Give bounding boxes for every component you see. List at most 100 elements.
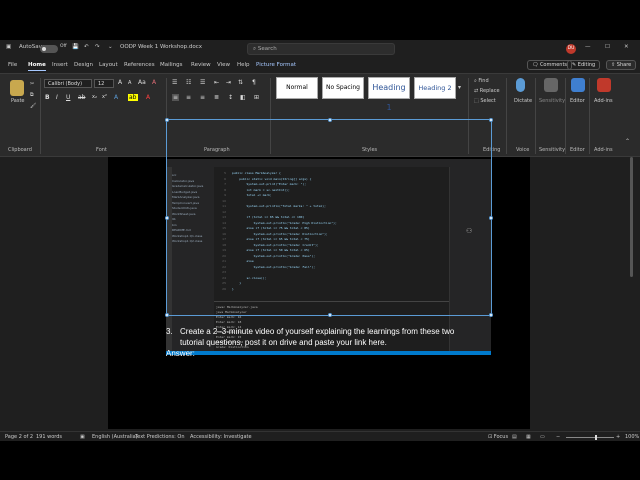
focus-button[interactable]: ⊡ Focus xyxy=(488,434,508,440)
question-text: Create a 2–3-minute video of yourself ex… xyxy=(180,327,455,347)
tab-help[interactable]: Help xyxy=(237,62,250,68)
text-effects-icon[interactable]: A xyxy=(114,94,118,101)
comments-button[interactable]: 🗨 Comments xyxy=(527,60,573,70)
editing-button[interactable]: ✎ Editing xyxy=(567,60,601,70)
subscript-icon[interactable]: x₂ xyxy=(92,94,97,100)
format-painter-icon[interactable]: 🖌 xyxy=(30,103,36,109)
collapse-ribbon-icon[interactable]: ⌃ xyxy=(625,138,630,145)
copy-icon[interactable]: ⧉ xyxy=(30,92,34,98)
align-left-icon[interactable]: ≡ xyxy=(172,94,180,101)
borders-icon[interactable]: ⊞ xyxy=(254,94,259,101)
highlight-icon[interactable]: ab xyxy=(128,94,138,101)
tab-references[interactable]: References xyxy=(124,62,155,68)
zoom-out-icon[interactable]: − xyxy=(556,434,560,440)
style-no-spacing[interactable]: No Spacing xyxy=(322,77,364,99)
zoom-level[interactable]: 100% xyxy=(625,434,639,440)
ide-line-number: 12 xyxy=(222,209,226,214)
sensitivity-icon[interactable] xyxy=(544,78,558,92)
grow-font-icon[interactable]: A xyxy=(118,79,122,86)
save-icon[interactable]: 💾 xyxy=(72,44,79,50)
style-heading-2[interactable]: Heading 2 xyxy=(414,77,456,99)
cut-icon[interactable]: ✂ xyxy=(30,81,34,87)
font-size-select[interactable]: 12 xyxy=(94,79,114,88)
tab-layout[interactable]: Layout xyxy=(99,62,118,68)
ide-line-number: 8 xyxy=(224,187,226,192)
italic-icon[interactable]: I xyxy=(56,94,58,101)
numbering-icon[interactable]: ☷ xyxy=(186,79,191,86)
tab-view[interactable]: View xyxy=(217,62,230,68)
increase-indent-icon[interactable]: ⇥ xyxy=(226,79,231,86)
styles-more-icon[interactable]: ▾ xyxy=(458,84,461,91)
tab-insert[interactable]: Insert xyxy=(52,62,68,68)
decrease-indent-icon[interactable]: ⇤ xyxy=(214,79,219,86)
tab-mailings[interactable]: Mailings xyxy=(160,62,183,68)
focus-label: Focus xyxy=(493,434,509,440)
print-layout-icon[interactable]: ▦ xyxy=(526,434,531,440)
ide-line-number: 5 xyxy=(224,171,226,175)
vertical-scrollbar[interactable] xyxy=(629,157,634,429)
scrollbar-thumb[interactable] xyxy=(630,157,633,277)
superscript-icon[interactable]: x² xyxy=(102,94,107,100)
zoom-slider-thumb[interactable] xyxy=(595,435,597,440)
tab-picture-format[interactable]: Picture Format xyxy=(256,62,296,68)
paste-icon[interactable] xyxy=(10,80,24,96)
change-case-icon[interactable]: Aa xyxy=(138,79,146,86)
language[interactable]: English (Australia) xyxy=(92,434,138,440)
accessibility-status[interactable]: Accessibility: Investigate xyxy=(190,434,252,440)
zoom-in-icon[interactable]: + xyxy=(616,434,620,440)
align-right-icon[interactable]: ≡ xyxy=(200,94,205,101)
search-box[interactable]: ⌕ Search xyxy=(247,43,395,55)
add-ins-icon[interactable] xyxy=(597,78,611,92)
bold-icon[interactable]: B xyxy=(45,94,50,101)
align-center-icon[interactable]: ≡ xyxy=(186,94,191,101)
editor-icon[interactable] xyxy=(571,78,585,92)
spelling-icon[interactable]: ▣ xyxy=(80,434,85,440)
customize-icon[interactable]: ⌄ xyxy=(108,44,113,50)
underline-icon[interactable]: U xyxy=(66,94,70,101)
clear-format-icon[interactable]: A xyxy=(152,79,156,86)
text-predictions[interactable]: Text Predictions: On xyxy=(135,434,185,440)
web-layout-icon[interactable]: ▭ xyxy=(540,434,545,440)
avatar[interactable]: DU xyxy=(566,44,576,54)
multilevel-list-icon[interactable]: ☰ xyxy=(200,79,205,86)
comments-label: Comments xyxy=(539,62,568,68)
tab-file[interactable]: File xyxy=(8,62,17,68)
share-button[interactable]: ⇪ Share xyxy=(606,60,637,70)
document-page[interactable]: src Calculator.java GradeCalculator.java Lo… xyxy=(108,157,530,429)
pilcrow-icon[interactable]: ¶ xyxy=(252,79,256,86)
tab-home[interactable]: Home xyxy=(28,62,46,71)
font-name-select[interactable]: Calibri (Body) xyxy=(44,79,92,88)
shading-icon[interactable]: ◧ xyxy=(240,94,246,101)
autosave-toggle[interactable] xyxy=(40,45,58,53)
select-label: Select xyxy=(480,98,496,104)
find-button[interactable]: ⌕ Find xyxy=(474,78,489,84)
strikethrough-icon[interactable]: ab xyxy=(78,94,86,101)
ide-code-line: sc.close(); xyxy=(232,275,267,280)
tab-review[interactable]: Review xyxy=(191,62,211,68)
style-normal[interactable]: Normal xyxy=(276,77,318,99)
microphone-icon[interactable] xyxy=(516,78,525,92)
tab-design[interactable]: Design xyxy=(74,62,93,68)
select-button[interactable]: ⬚ Select xyxy=(474,98,496,104)
font-color-icon[interactable]: A xyxy=(146,94,150,101)
add-ins-label: Add-ins xyxy=(594,98,613,104)
read-mode-icon[interactable]: ▤ xyxy=(512,434,517,440)
undo-icon[interactable]: ↶ xyxy=(84,44,89,50)
share-label: Share xyxy=(616,62,632,68)
ribbon: Paste ✂ ⧉ 🖌 Clipboard Calibri (Body) 12 … xyxy=(0,73,640,157)
maximize-icon[interactable]: ☐ xyxy=(605,44,610,50)
bullets-icon[interactable]: ☰ xyxy=(172,79,177,86)
shrink-font-icon[interactable]: A xyxy=(128,80,131,86)
style-heading-1[interactable]: Heading 1 xyxy=(368,77,410,112)
line-spacing-icon[interactable]: ↕ xyxy=(228,94,233,101)
sort-icon[interactable]: ⇅ xyxy=(238,79,243,86)
font-group-label: Font xyxy=(96,147,107,153)
word-count[interactable]: 191 words xyxy=(36,434,62,440)
minimize-icon[interactable]: — xyxy=(585,44,591,50)
close-icon[interactable]: ✕ xyxy=(624,44,629,50)
page-count[interactable]: Page 2 of 2 xyxy=(5,434,33,440)
justify-icon[interactable]: ≣ xyxy=(214,94,219,101)
zoom-slider[interactable] xyxy=(566,437,614,438)
replace-button[interactable]: ⇄ Replace xyxy=(474,88,500,94)
redo-icon[interactable]: ↷ xyxy=(95,44,100,50)
